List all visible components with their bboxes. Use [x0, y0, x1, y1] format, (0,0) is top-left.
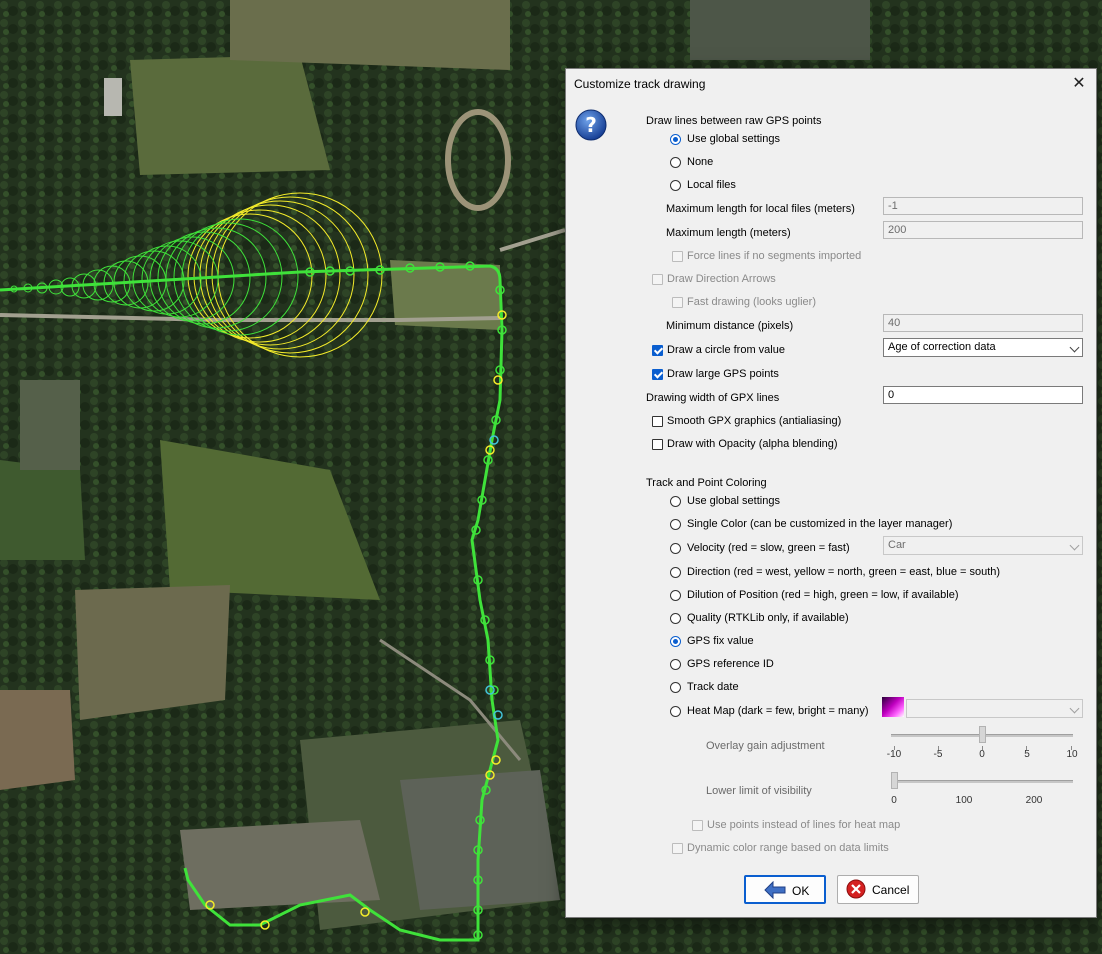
- radio-label: Heat Map (dark = few, bright = many): [687, 705, 869, 717]
- radio-button[interactable]: [670, 543, 681, 554]
- checkbox[interactable]: [672, 297, 683, 308]
- checkbox-label: Force lines if no segments imported: [687, 250, 862, 262]
- gain-tick-label: 0: [979, 749, 985, 760]
- chevron-down-icon: [1069, 540, 1080, 551]
- ok-button-label: OK: [792, 884, 810, 898]
- min-distance-input[interactable]: 40: [883, 314, 1083, 332]
- checkbox-label: Use points instead of lines for heat map: [707, 819, 901, 831]
- checkbox[interactable]: [672, 843, 683, 854]
- max-length-label: Maximum length (meters): [666, 227, 791, 239]
- cancel-button[interactable]: Cancel: [837, 875, 919, 904]
- checkbox-label: Fast drawing (looks uglier): [687, 296, 816, 308]
- velocity-profile-select[interactable]: Car: [883, 536, 1083, 555]
- checkbox-label: Smooth GPX graphics (antialiasing): [667, 415, 842, 427]
- checkbox[interactable]: [652, 274, 663, 285]
- close-icon[interactable]: ✕: [1068, 73, 1090, 95]
- dialog-title: Customize track drawing: [574, 77, 706, 91]
- radio-label: GPS fix value: [687, 635, 754, 647]
- max-local-length-label: Maximum length for local files (meters): [666, 203, 855, 215]
- radio-label: Local files: [687, 179, 736, 191]
- checkbox-label: Draw large GPS points: [667, 368, 779, 380]
- radio-button[interactable]: [670, 706, 681, 717]
- gain-tick-label: 10: [1066, 749, 1078, 760]
- select-value: Car: [888, 539, 906, 551]
- radio-label: Dilution of Position (red = high, green …: [687, 589, 959, 601]
- gain-tick-label: 5: [1024, 749, 1030, 760]
- radio-label: Use global settings: [687, 495, 780, 507]
- cancel-icon: [846, 879, 866, 899]
- radio-button[interactable]: [670, 157, 681, 168]
- checkbox[interactable]: [672, 251, 683, 262]
- heatmap-palette-select[interactable]: [906, 699, 1083, 718]
- visibility-tick-label: 200: [1025, 795, 1043, 806]
- min-distance-label: Minimum distance (pixels): [666, 320, 794, 332]
- radio-label: GPS reference ID: [687, 658, 774, 670]
- radio-button[interactable]: [670, 567, 681, 578]
- radio-label: Direction (red = west, yellow = north, g…: [687, 566, 1001, 578]
- help-icon: ?: [575, 109, 607, 141]
- radio-label: Quality (RTKLib only, if available): [687, 612, 849, 624]
- max-length-input[interactable]: 200: [883, 221, 1083, 239]
- visibility-slider-thumb[interactable]: [891, 772, 898, 789]
- max-local-length-input[interactable]: -1: [883, 197, 1083, 215]
- radio-button[interactable]: [670, 682, 681, 693]
- gain-tick-label: -5: [933, 749, 943, 760]
- radio-label: Single Color (can be customized in the l…: [687, 518, 953, 530]
- radio-button[interactable]: [670, 496, 681, 507]
- radio-button[interactable]: [670, 590, 681, 601]
- heatmap-palette-swatch: [882, 697, 904, 717]
- checkbox[interactable]: [652, 345, 663, 356]
- circle-value-select[interactable]: Age of correction data: [883, 338, 1083, 357]
- gain-slider-thumb[interactable]: [979, 726, 986, 743]
- visibility-tick-label: 100: [955, 795, 973, 806]
- checkbox-label: Dynamic color range based on data limits: [687, 842, 889, 854]
- radio-button[interactable]: [670, 519, 681, 530]
- radio-label: None: [687, 156, 714, 168]
- checkbox[interactable]: [652, 416, 663, 427]
- svg-text:?: ?: [585, 113, 597, 137]
- radio-button[interactable]: [670, 134, 681, 145]
- gpx-width-input[interactable]: 0: [883, 386, 1083, 404]
- gain-label: Overlay gain adjustment: [706, 740, 825, 752]
- gpx-width-label: Drawing width of GPX lines: [646, 392, 780, 404]
- checkbox[interactable]: [652, 439, 663, 450]
- radio-label: Track date: [687, 681, 739, 693]
- checkbox-label: Draw with Opacity (alpha blending): [667, 438, 838, 450]
- chevron-down-icon: [1069, 703, 1080, 714]
- arrow-left-icon: [764, 881, 786, 899]
- ok-button[interactable]: OK: [744, 875, 826, 904]
- visibility-tick-label: 0: [891, 795, 897, 806]
- visibility-slider-track[interactable]: [891, 780, 1073, 783]
- radio-button[interactable]: [670, 636, 681, 647]
- select-value: Age of correction data: [888, 341, 996, 353]
- radio-button[interactable]: [670, 613, 681, 624]
- chevron-down-icon: [1069, 342, 1080, 353]
- dialog-titlebar[interactable]: Customize track drawing ✕: [566, 69, 1096, 99]
- checkbox[interactable]: [652, 369, 663, 380]
- radio-label: Use global settings: [687, 133, 780, 145]
- checkbox[interactable]: [692, 820, 703, 831]
- gain-tick-label: -10: [886, 749, 902, 760]
- customize-track-dialog: Customize track drawing ✕ ? Draw lines b…: [565, 68, 1097, 918]
- radio-label: Velocity (red = slow, green = fast): [687, 542, 850, 554]
- coloring-section-heading: Track and Point Coloring: [646, 477, 767, 489]
- lines-section-heading: Draw lines between raw GPS points: [646, 115, 822, 127]
- cancel-button-label: Cancel: [872, 883, 910, 897]
- radio-button[interactable]: [670, 659, 681, 670]
- checkbox-label: Draw Direction Arrows: [667, 273, 776, 285]
- checkbox-label: Draw a circle from value: [667, 344, 785, 356]
- visibility-label: Lower limit of visibility: [706, 785, 812, 797]
- radio-button[interactable]: [670, 180, 681, 191]
